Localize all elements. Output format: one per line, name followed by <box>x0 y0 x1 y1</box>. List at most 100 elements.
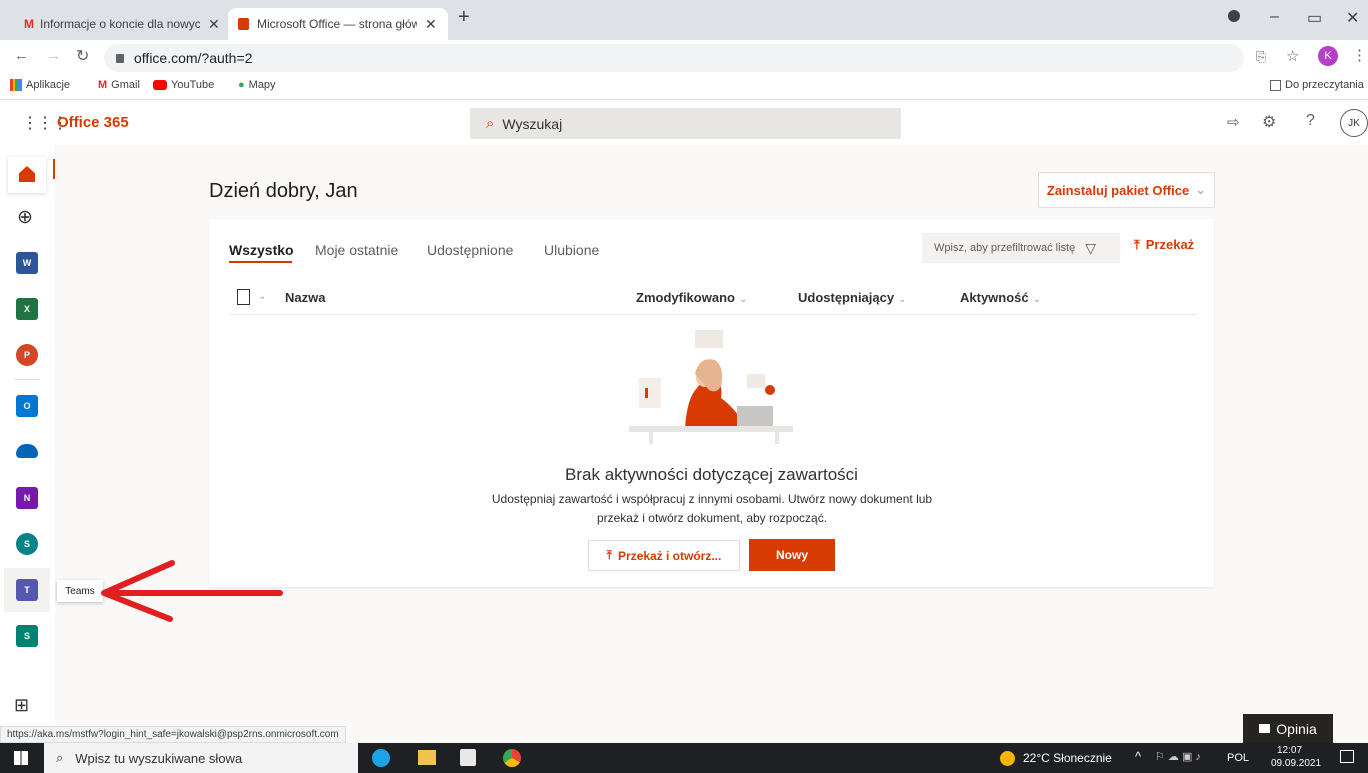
close-window-button[interactable]: ✕ <box>1346 8 1359 28</box>
star-icon[interactable]: ☆ <box>1286 47 1299 65</box>
notifications-icon[interactable] <box>1340 750 1354 763</box>
minimize-button[interactable]: – <box>1270 8 1279 26</box>
tab-shared[interactable]: Udostępnione <box>427 242 513 258</box>
install-office-button[interactable]: Zainstaluj pakiet Office ⌄ <box>1038 172 1215 208</box>
search-input[interactable]: ⌕ Wyszukaj <box>470 108 901 139</box>
sun-icon <box>1000 751 1015 766</box>
reload-button[interactable]: ↻ <box>76 46 89 66</box>
browser-tab-office[interactable]: Microsoft Office — strona główn ✕ <box>228 8 448 40</box>
windows-start-icon[interactable] <box>14 751 28 765</box>
teams-icon: T <box>16 579 38 601</box>
reading-list[interactable]: Do przeczytania <box>1270 79 1364 91</box>
tab-recent[interactable]: Moje ostatnie <box>315 242 398 258</box>
upload-open-label: Przekaż i otwórz... <box>617 548 722 563</box>
sharepoint-icon[interactable]: S <box>16 533 38 555</box>
forward-button[interactable]: → <box>46 47 61 64</box>
new-tab-button[interactable]: + <box>458 6 470 29</box>
install-label: Zainstaluj pakiet Office <box>1046 182 1190 198</box>
column-label: Udostępniający <box>798 290 895 305</box>
close-icon[interactable]: ✕ <box>425 16 437 33</box>
office-icon <box>238 18 249 30</box>
upload-button[interactable]: ⤒ Przekaż <box>1134 237 1194 253</box>
onenote-icon[interactable]: N <box>16 487 38 509</box>
powerpoint-icon[interactable]: P <box>16 344 38 366</box>
teams-rail-item[interactable]: T <box>4 568 50 612</box>
youtube-icon <box>153 80 167 90</box>
filter-placeholder: Wpisz, aby przefiltrować listę <box>934 242 1076 254</box>
column-modified[interactable]: Zmodyfikowano ⌄ <box>636 290 747 305</box>
word-icon[interactable]: W <box>16 252 38 274</box>
user-avatar[interactable]: JK <box>1340 109 1368 137</box>
office-header: ⋮⋮⋮ Office 365 ⌕ Wyszukaj ⇨ ⚙ ? JK <box>0 101 1368 145</box>
tab-all[interactable]: Wszystko <box>229 242 294 258</box>
clock-date[interactable]: 09.09.2021 <box>1271 758 1321 769</box>
gear-icon[interactable]: ⚙ <box>1262 112 1276 132</box>
browser-toolbar: ← → ↻ office.com/?auth=2 ⎘ ☆ K ⋮ <box>0 40 1368 74</box>
empty-state-title: Brak aktywności dotyczącej zawartości <box>565 465 858 484</box>
column-activity[interactable]: Aktywność ⌄ <box>960 290 1041 305</box>
chevron-up-icon[interactable]: ^ <box>1135 749 1141 764</box>
feedback-button[interactable]: Opinia <box>1243 714 1333 743</box>
media-icon[interactable] <box>1228 10 1240 22</box>
store-icon[interactable] <box>460 749 476 766</box>
filter-input[interactable]: Wpisz, aby przefiltrować listę ▽ <box>922 233 1120 263</box>
close-icon[interactable]: ✕ <box>208 16 220 33</box>
empty-state-illustration <box>629 330 793 444</box>
column-shared-by[interactable]: Udostępniający ⌄ <box>798 290 906 305</box>
back-button[interactable]: ← <box>14 47 29 64</box>
chevron-down-icon: ⌄ <box>738 294 748 305</box>
chrome-icon[interactable] <box>503 749 521 767</box>
profile-avatar[interactable]: K <box>1318 46 1338 66</box>
chevron-down-icon[interactable]: ⌄ <box>258 291 266 302</box>
home-button[interactable] <box>8 157 46 193</box>
office-brand[interactable]: Office 365 <box>57 114 129 131</box>
bookmark-maps[interactable]: ● Mapy <box>238 79 276 91</box>
create-icon[interactable]: ⊕ <box>17 206 33 229</box>
clock-time[interactable]: 12:07 <box>1277 745 1302 756</box>
system-tray-icons[interactable]: ⚐ ☁ ▣ ♪ <box>1155 750 1201 763</box>
filter-icon: ▽ <box>1085 239 1096 256</box>
annotation-arrow <box>101 560 283 622</box>
feedback-label: Opinia <box>1276 720 1317 737</box>
upload-icon: ⤒ <box>606 548 612 562</box>
all-apps-icon[interactable]: ⊞ <box>14 695 29 716</box>
home-icon <box>19 166 35 182</box>
menu-icon[interactable]: ⋮ <box>1352 46 1367 64</box>
bookmark-apps[interactable]: Aplikacje <box>10 79 70 91</box>
chevron-down-icon: ⌄ <box>898 294 907 305</box>
chevron-down-icon: ⌄ <box>1032 294 1042 305</box>
new-document-button[interactable]: Nowy <box>749 539 835 571</box>
empty-state-description: Udostępniaj zawartość i współpracuj z in… <box>491 492 933 525</box>
address-bar[interactable]: office.com/?auth=2 <box>104 44 1244 72</box>
outlook-icon[interactable]: O <box>16 395 38 417</box>
sway-icon[interactable]: S <box>16 625 38 647</box>
install-app-icon[interactable]: ⎘ <box>1256 49 1266 65</box>
app-rail: ⊕ W X P O N S T S ⊞ <box>0 145 56 743</box>
excel-icon[interactable]: X <box>16 298 38 320</box>
maximize-button[interactable]: ▭ <box>1307 8 1322 28</box>
maps-pin-icon: ● <box>238 79 245 91</box>
bookmarks-bar: Aplikacje M Gmail YouTube ● Mapy Do prze… <box>0 74 1368 100</box>
active-tab-underline <box>229 261 292 263</box>
feed-icon[interactable]: ⇨ <box>1227 113 1240 131</box>
edge-icon[interactable] <box>372 749 390 767</box>
column-name[interactable]: Nazwa <box>285 290 325 305</box>
column-label: Aktywność <box>960 290 1029 305</box>
tab-favorites[interactable]: Ulubione <box>544 242 599 258</box>
bookmark-gmail[interactable]: M Gmail <box>98 79 140 91</box>
rail-divider <box>14 379 40 380</box>
browser-tab-gmail[interactable]: M Informacje o koncie dla nowych ✕ <box>14 8 230 40</box>
file-explorer-icon[interactable] <box>418 750 436 765</box>
language-indicator[interactable]: POL <box>1227 752 1249 764</box>
onedrive-icon[interactable] <box>16 444 38 458</box>
greeting-title: Dzień dobry, Jan <box>209 180 358 202</box>
column-label: Zmodyfikowano <box>636 290 735 305</box>
file-type-icon[interactable] <box>237 289 250 305</box>
help-icon[interactable]: ? <box>1306 112 1315 130</box>
bookmark-youtube[interactable]: YouTube <box>153 79 214 91</box>
search-placeholder: Wyszukaj <box>502 115 563 132</box>
taskbar-search-input[interactable]: ⌕ Wpisz tu wyszukiwane słowa <box>44 743 358 773</box>
upload-open-button[interactable]: ⤒ Przekaż i otwórz... <box>588 540 740 571</box>
taskbar-search-placeholder: Wpisz tu wyszukiwane słowa <box>75 750 243 766</box>
weather-text[interactable]: 22°C Słonecznie <box>1023 751 1112 765</box>
